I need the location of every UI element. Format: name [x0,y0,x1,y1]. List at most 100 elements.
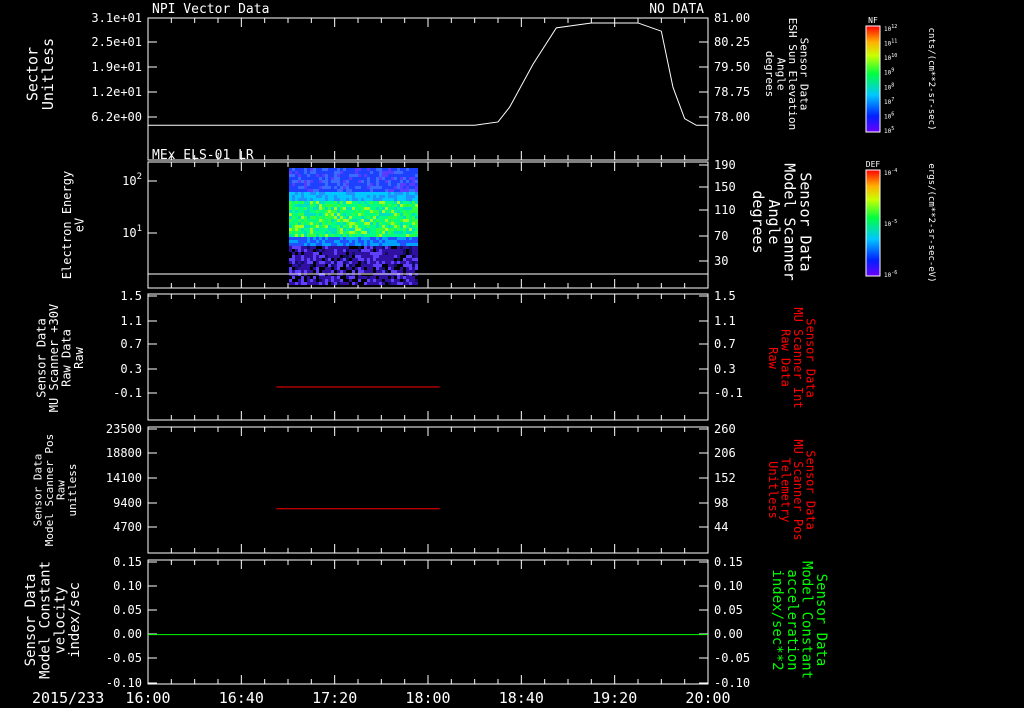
spectrogram-cell [400,216,403,219]
spectrogram-cell [349,174,352,177]
spectrogram-cell [325,180,328,183]
spectrogram-cell [295,246,298,249]
spectrogram-cell [343,213,346,216]
spectrogram-cell [340,219,343,222]
spectrogram-cell [331,240,334,243]
spectrogram-cell [343,270,346,273]
spectrogram-cell [289,267,292,270]
spectrogram-cell [307,201,310,204]
spectrogram-cell [379,267,382,270]
spectrogram-cell [343,243,346,246]
spectrogram-cell [361,234,364,237]
spectrogram-cell [292,180,295,183]
spectrogram-cell [367,168,370,171]
spectrogram-cell [364,258,367,261]
spectrogram-cell [364,216,367,219]
spectrogram-cell [343,195,346,198]
spectrogram-cell [385,195,388,198]
spectrogram-cell [400,195,403,198]
spectrogram-cell [340,204,343,207]
spectrogram-cell [313,174,316,177]
spectrogram-cell [376,195,379,198]
panel-1-frame [147,17,709,161]
spectrogram-cell [415,264,418,267]
spectrogram-cell [334,186,337,189]
spectrogram-cell [400,225,403,228]
spectrogram-cell [385,213,388,216]
spectrogram-cell [304,183,307,186]
spectrogram-cell [301,204,304,207]
spectrogram-cell [292,270,295,273]
spectrogram-cell [388,237,391,240]
spectrogram-cell [409,255,412,258]
spectrogram-cell [301,180,304,183]
spectrogram-cell [322,234,325,237]
spectrogram-cell [361,192,364,195]
spectrogram-cell [307,204,310,207]
panel-3-frame [147,293,709,421]
spectrogram-cell [346,231,349,234]
spectrogram-cell [355,225,358,228]
spectrogram-cell [397,207,400,210]
spectrogram-cell [379,258,382,261]
spectrogram-cell [298,270,301,273]
spectrogram-cell [292,240,295,243]
spectrogram-cell [361,279,364,282]
panel-4-left-tick-label: 9400 [113,496,142,510]
spectrogram-cell [358,228,361,231]
spectrogram-cell [337,186,340,189]
spectrogram-cell [400,240,403,243]
spectrogram-cell [406,255,409,258]
spectrogram-cell [319,171,322,174]
spectrogram-cell [352,189,355,192]
spectrogram-cell [373,252,376,255]
spectrogram-cell [292,279,295,282]
spectrogram-cell [298,252,301,255]
spectrogram-cell [328,204,331,207]
panel-5-left-axis-label-line: index/sec [67,582,83,658]
spectrogram-cell [352,180,355,183]
colorbar-1-tick: 109 [884,68,894,77]
spectrogram-cell [355,282,358,285]
spectrogram-cell [322,183,325,186]
spectrogram-cell [322,258,325,261]
spectrogram-cell [304,207,307,210]
spectrogram-cell [388,225,391,228]
spectrogram-cell [343,189,346,192]
spectrogram-cell [298,279,301,282]
spectrogram-cell [361,225,364,228]
spectrogram-cell [388,246,391,249]
spectrogram-cell [358,195,361,198]
spectrogram-cell [352,279,355,282]
panel-5-right-tick-label: 0.15 [714,555,743,569]
panel-1-right-tick-label: 80.25 [714,35,750,49]
spectrogram-cell [370,264,373,267]
spectrogram-cell [346,264,349,267]
spectrogram-cell [328,249,331,252]
spectrogram-cell [406,249,409,252]
spectrogram-cell [370,177,373,180]
spectrogram-cell [346,186,349,189]
spectrogram-cell [313,195,316,198]
spectrogram-cell [385,210,388,213]
spectrogram-cell [319,207,322,210]
spectrogram-cell [298,264,301,267]
spectrogram-cell [409,180,412,183]
spectrogram-cell [292,186,295,189]
spectrogram-cell [379,237,382,240]
spectrogram-cell [388,267,391,270]
spectrogram-cell [412,264,415,267]
spectrogram-cell [298,183,301,186]
spectrogram-cell [367,240,370,243]
panel-3-left-tick-label: 0.7 [120,337,142,351]
spectrogram-cell [370,282,373,285]
spectrogram-cell [340,201,343,204]
spectrogram-cell [331,282,334,285]
spectrogram-cell [355,249,358,252]
spectrogram-cell [412,198,415,201]
spectrogram-cell [340,237,343,240]
spectrogram-cell [331,186,334,189]
spectrogram-cell [334,168,337,171]
spectrogram-cell [316,201,319,204]
spectrogram-cell [352,213,355,216]
